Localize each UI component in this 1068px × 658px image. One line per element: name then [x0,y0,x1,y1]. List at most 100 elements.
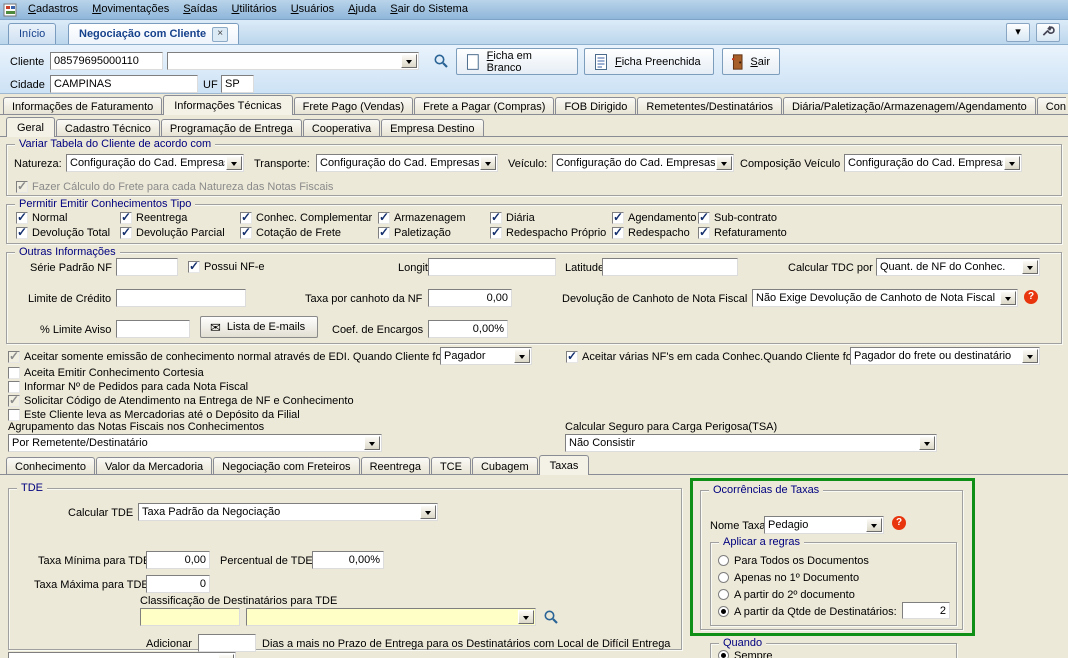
cortesia-checkbox-item[interactable]: Aceita Emitir Conhecimento Cortesia [8,366,204,379]
deposito-checkbox[interactable] [8,408,20,421]
tab-informacoes-tecnicas[interactable]: Informações Técnicas [163,95,293,115]
limite-credito-input[interactable] [116,289,246,307]
dropdown-arrow-icon[interactable] [1022,349,1038,363]
tab-conhecimento-inter[interactable]: Conhecimento Inter [1036,97,1066,115]
dropdown-arrow-icon[interactable] [919,436,935,450]
checkbox[interactable] [240,225,252,239]
ficha-preenchida-button[interactable]: Ficha Preenchida [584,48,714,75]
close-tab-icon[interactable]: × [212,26,229,42]
help-icon[interactable]: ? [892,516,906,530]
dropdown-arrow-icon[interactable] [420,505,436,519]
checkbox[interactable] [120,210,132,224]
tab-valor-mercadoria[interactable]: Valor da Mercadoria [95,457,213,475]
menu-ajuda[interactable]: Ajuda [341,0,383,19]
cb-redespacho-proprio[interactable]: Redespacho Próprio [490,225,606,239]
tab-negociacao-com-cliente[interactable]: Negociação com Cliente × [68,23,240,44]
tab-frete-pago[interactable]: Frete Pago (Vendas) [293,97,414,115]
menu-utilitarios[interactable]: Utilitários [224,0,283,19]
tab-geral[interactable]: Geral [6,117,55,137]
tab-reentrega[interactable]: Reentrega [360,457,430,475]
natureza-select[interactable]: Configuração do Cad. Empresas [66,154,244,172]
cliente-code-input[interactable] [50,52,163,70]
cb-agendamento[interactable]: Agendamento [612,210,697,224]
tab-cooperativa[interactable]: Cooperativa [302,119,381,137]
fazer-calculo-checkbox[interactable] [16,179,28,193]
ficha-em-branco-button[interactable]: Ficha em Branco [456,48,578,75]
coef-encargos-input[interactable] [428,320,508,338]
radio-todos-documentos[interactable]: Para Todos os Documentos [718,554,869,567]
taxa-minima-input[interactable] [146,551,210,569]
cb-devolucao-total[interactable]: Devolução Total [16,225,110,239]
checkbox[interactable] [698,225,710,239]
bottom-partial-select[interactable] [8,652,236,658]
checkbox[interactable] [490,210,502,224]
tab-remetentes-destinatarios[interactable]: Remetentes/Destinatários [637,97,782,115]
adicionar-dias-input[interactable] [198,634,256,652]
radio-button[interactable] [718,650,729,658]
latitude-input[interactable] [602,258,738,276]
checkbox[interactable] [698,210,710,224]
limite-aviso-input[interactable] [116,320,190,338]
varias-nfs-checkbox[interactable] [566,349,578,363]
tab-frete-a-pagar[interactable]: Frete a Pagar (Compras) [414,97,555,115]
tab-inicio[interactable]: Início [8,23,57,44]
tab-tce[interactable]: TCE [430,457,471,475]
dropdown-arrow-icon[interactable] [480,156,496,170]
checkbox[interactable] [16,210,28,224]
possui-nfe-checkbox-item[interactable]: Possui NF-e [188,259,265,273]
cb-cotacao-frete[interactable]: Cotação de Frete [240,225,341,239]
radio-qtde-destinatarios[interactable]: A partir da Qtde de Destinatários: [718,605,897,618]
tools-wrench-button[interactable] [1036,23,1060,42]
edi-checkbox-item[interactable]: Aceitar somente emissão de conhecimento … [8,349,445,363]
radio-button[interactable] [718,555,729,566]
tab-cadastro-tecnico[interactable]: Cadastro Técnico [55,119,160,137]
lista-emails-button[interactable]: ✉ Lista de E-mails [200,316,318,338]
serie-padrao-input[interactable] [116,258,178,276]
radio-button[interactable] [718,606,729,617]
dropdown-arrow-icon[interactable] [1004,156,1020,170]
cb-conhec-complementar[interactable]: Conhec. Complementar [240,210,372,224]
atendimento-checkbox-item[interactable]: Solicitar Código de Atendimento na Entre… [8,393,354,407]
radio-button[interactable] [718,589,729,600]
dropdown-arrow-icon[interactable] [518,610,534,624]
radio-a-partir-2-documento[interactable]: A partir do 2º documento [718,588,855,601]
tab-informacoes-faturamento[interactable]: Informações de Faturamento [3,97,163,115]
atendimento-checkbox[interactable] [8,393,20,407]
dropdown-arrow-icon[interactable] [514,349,530,363]
cb-refaturamento[interactable]: Refaturamento [698,225,787,239]
agrupamento-select[interactable]: Por Remetente/Destinatário [8,434,382,452]
tab-diaria-paletizacao[interactable]: Diária/Paletização/Armazenagem/Agendamen… [782,97,1036,115]
menu-sair-do-sistema[interactable]: Sair do Sistema [383,0,475,19]
classificacao-select[interactable] [246,608,536,626]
cb-diaria[interactable]: Diária [490,210,535,224]
help-icon[interactable]: ? [1024,290,1038,304]
checkbox[interactable] [612,210,624,224]
cb-reentrega[interactable]: Reentrega [120,210,187,224]
dropdown-arrow-icon[interactable] [1000,291,1016,305]
deposito-checkbox-item[interactable]: Este Cliente leva as Mercadorias até o D… [8,408,300,421]
classificacao-codigo-input[interactable] [140,608,240,626]
edi-cliente-select[interactable]: Pagador [440,347,532,365]
fazer-calculo-checkbox-item[interactable]: Fazer Cálculo do Frete para cada Naturez… [16,179,333,193]
dropdown-arrow-icon[interactable] [401,54,417,68]
varias-nfs-select[interactable]: Pagador do frete ou destinatário [850,347,1040,365]
cliente-name-select[interactable] [167,52,419,70]
cidade-input[interactable] [50,75,198,93]
tab-fob-dirigido[interactable]: FOB Dirigido [555,97,637,115]
checkbox[interactable] [378,225,390,239]
cb-normal[interactable]: Normal [16,210,67,224]
varias-nfs-checkbox-item[interactable]: Aceitar várias NF's em cada Conhec.Quand… [566,349,856,363]
tab-taxas[interactable]: Taxas [538,455,590,475]
dropdown-arrow-icon[interactable] [1022,260,1038,274]
tabstrip-dropdown-button[interactable]: ▾ [1006,23,1030,42]
tab-empresa-destino[interactable]: Empresa Destino [381,119,484,137]
uf-input[interactable] [221,75,254,93]
dropdown-arrow-icon[interactable] [218,654,234,658]
taxa-maxima-input[interactable] [146,575,210,593]
pedidos-checkbox-item[interactable]: Informar Nº de Pedidos para cada Nota Fi… [8,380,248,393]
qtde-destinatarios-input[interactable] [902,602,950,619]
classificacao-search-button[interactable] [542,609,560,627]
checkbox[interactable] [490,225,502,239]
tab-negociacao-freteiros[interactable]: Negociação com Freteiros [213,457,360,475]
menu-movimentacoes[interactable]: Movimentações [85,0,176,19]
